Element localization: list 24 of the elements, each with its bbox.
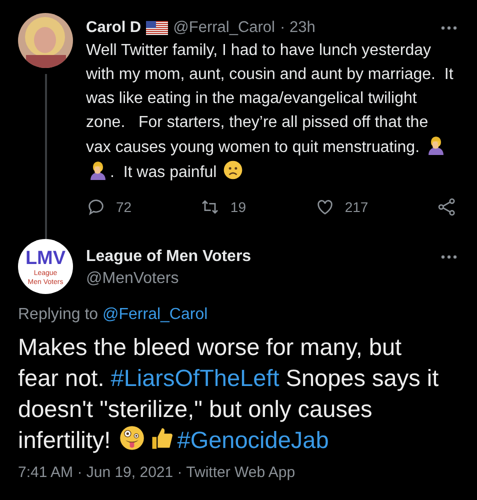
reply-icon[interactable] [86, 197, 106, 217]
hashtag-link[interactable]: #LiarsOfTheLeft [110, 365, 280, 391]
replying-label: Replying to [18, 306, 98, 323]
hashtag-link[interactable]: #GenocideJab [177, 427, 329, 453]
author-handle[interactable]: @MenVoters [86, 270, 457, 288]
post-meta: 7:41 AM · Jun 19, 2021 · Twitter Web App [18, 464, 296, 481]
reply-text: Makes the bleed worse for many, but fear not. #LiarsOfTheLeft Snopes says it doesn't "sterilize," but only causes infertility! #GenocideJab [18, 333, 440, 455]
flag-icon [146, 21, 168, 35]
retweet-count: 19 [230, 199, 246, 215]
zany-face-icon [119, 425, 146, 451]
share-icon[interactable] [437, 197, 457, 217]
author-name[interactable]: League of Men Voters [86, 248, 252, 266]
more-icon[interactable] [441, 26, 457, 30]
reply-count: 72 [116, 199, 132, 215]
logo-initials: LMV [25, 248, 66, 269]
author-name[interactable]: Carol D [86, 19, 142, 37]
like-count: 217 [344, 199, 368, 215]
sad-face-icon [223, 160, 244, 180]
tweet-text: Well Twitter family, I had to have lunch yesterday with my mom, aunt, cousin and aunt by marriage. It was like eating in the maga/evangelical twilight zone. For starters, they’re all pissed off that the vax causes young women to quit menstruating. . It was painful [86, 41, 454, 183]
post-time: · 23h [280, 19, 316, 37]
heart-icon[interactable] [314, 197, 335, 217]
more-icon[interactable] [441, 254, 457, 258]
author-handle[interactable]: @Ferral_Carol [173, 19, 275, 37]
mention-link[interactable]: @Ferral_Carol [102, 306, 208, 323]
